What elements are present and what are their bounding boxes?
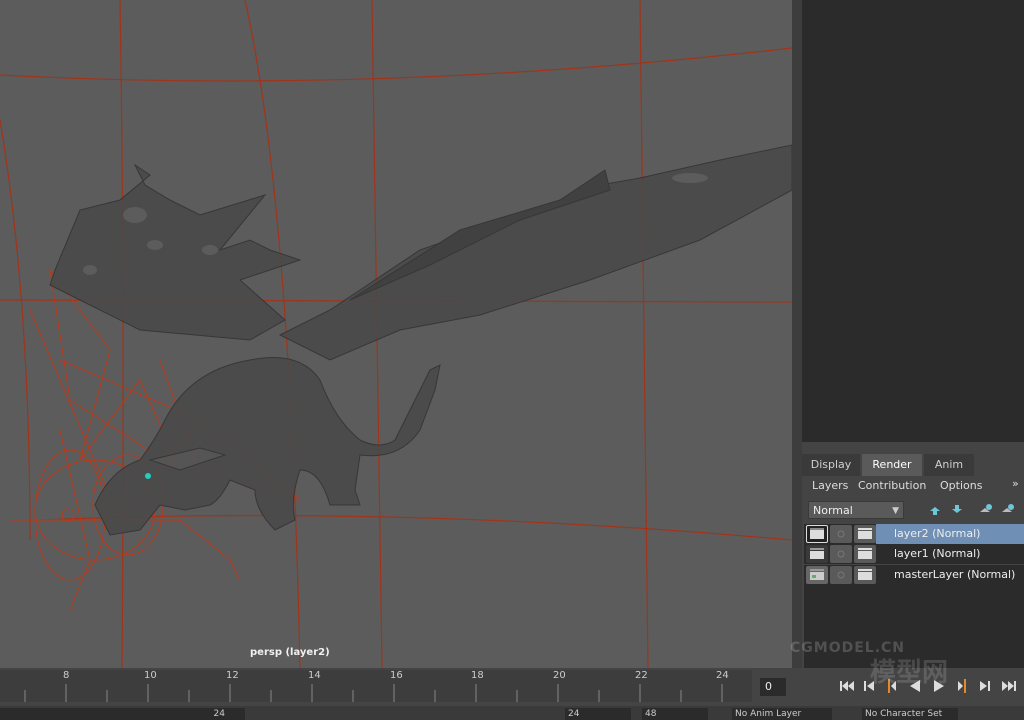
chevron-down-icon: ▼ [892, 506, 899, 516]
panel-divider[interactable] [792, 0, 802, 668]
new-layer-icon[interactable] [978, 503, 992, 517]
layer-row-layer1[interactable]: layer1 (Normal) [804, 544, 1024, 564]
step-forward-key-icon[interactable] [976, 676, 994, 696]
menu-contribution[interactable]: Contribution [858, 479, 926, 492]
blend-mode-dropdown[interactable]: Normal ▼ [808, 501, 904, 519]
blend-mode-value: Normal [813, 504, 853, 517]
tick-label: 12 [226, 670, 239, 681]
layer-editor-tabs: Display Render Anim [802, 452, 1024, 476]
tick-label: 10 [144, 670, 157, 681]
tick-label: 22 [635, 670, 648, 681]
render-settings-icon[interactable] [854, 566, 876, 584]
isolate-icon[interactable] [830, 566, 852, 584]
range-slider-row: 24 24 48 No Anim Layer No Character Set [0, 706, 1024, 720]
current-frame-field[interactable]: 0 [760, 678, 786, 696]
dragon-eye [145, 473, 151, 479]
layer-name: layer1 (Normal) [894, 547, 981, 560]
perspective-grid [0, 0, 792, 668]
menu-layers[interactable]: Layers [812, 479, 848, 492]
timeline-ruler[interactable]: 8 10 12 14 16 18 20 22 24 [0, 670, 752, 702]
render-settings-icon[interactable] [854, 525, 876, 543]
tick-label: 16 [390, 670, 403, 681]
tick-label: 20 [553, 670, 566, 681]
panel-splitter[interactable] [802, 442, 1024, 452]
dragon-model[interactable] [49, 144, 792, 536]
isolate-icon[interactable] [830, 525, 852, 543]
go-to-start-icon[interactable] [838, 676, 856, 696]
tab-display[interactable]: Display [802, 454, 860, 476]
anim-layer-dropdown[interactable]: No Anim Layer [732, 708, 832, 720]
step-forward-frame-icon[interactable] [954, 676, 972, 696]
start-frame-field[interactable]: 24 [565, 708, 631, 720]
render-toggle-icon[interactable] [806, 566, 828, 584]
new-layer-selected-icon[interactable] [1000, 503, 1014, 517]
watermark-logo-cn: 模型网 [870, 658, 949, 688]
render-toggle-icon[interactable] [806, 525, 828, 543]
layer-row-master[interactable]: masterLayer (Normal) [804, 564, 1024, 585]
character-set-dropdown[interactable]: No Character Set [862, 708, 958, 720]
end-frame-field[interactable]: 48 [642, 708, 708, 720]
layer-row-layer2[interactable]: layer2 (Normal) [804, 524, 1024, 544]
perspective-viewport[interactable]: persp (layer2) [0, 0, 792, 668]
menu-options[interactable]: Options [940, 479, 982, 492]
tick-label: 24 [716, 670, 729, 681]
layer-name: layer2 (Normal) [894, 527, 981, 540]
layer-name: masterLayer (Normal) [894, 568, 1016, 581]
channel-box-area [802, 0, 1024, 442]
tick-label: 8 [63, 670, 70, 681]
layer-editor-menu: Layers Contribution Options » [802, 477, 1024, 495]
isolate-icon[interactable] [830, 545, 852, 563]
move-layer-down-icon[interactable] [950, 503, 964, 517]
render-toggle-icon[interactable] [806, 545, 828, 563]
menu-overflow-icon[interactable]: » [1012, 477, 1019, 490]
layer-name-box[interactable]: layer2 (Normal) [876, 524, 1024, 544]
move-layer-up-icon[interactable] [928, 503, 942, 517]
go-to-end-icon[interactable] [1000, 676, 1018, 696]
tab-anim[interactable]: Anim [924, 454, 974, 476]
render-settings-icon[interactable] [854, 545, 876, 563]
tick-label: 14 [308, 670, 321, 681]
layer-name-box[interactable]: masterLayer (Normal) [876, 565, 1024, 585]
range-slider[interactable]: 24 [0, 708, 245, 720]
layer-name-box[interactable]: layer1 (Normal) [876, 544, 1024, 564]
layer-editor: Display Render Anim Layers Contribution … [802, 452, 1024, 668]
viewport-scene [0, 0, 792, 668]
tick-label: 18 [471, 670, 484, 681]
range-end-label: 24 [213, 709, 225, 719]
tab-render[interactable]: Render [862, 454, 922, 476]
camera-label: persp (layer2) [250, 647, 330, 658]
layer-toolbar: Normal ▼ [802, 499, 1024, 521]
